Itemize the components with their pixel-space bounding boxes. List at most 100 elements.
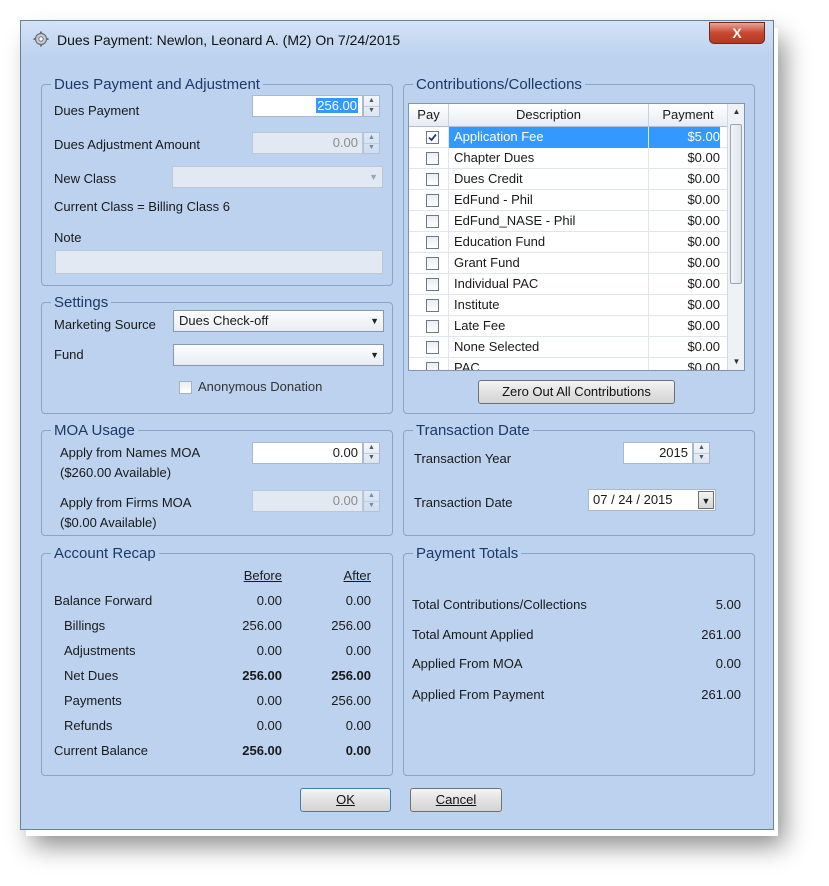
checkmark-icon — [428, 133, 437, 142]
row-description: Individual PAC — [449, 274, 649, 295]
pay-checkbox[interactable] — [426, 341, 439, 354]
row-payment: $0.00 — [687, 234, 720, 249]
firms-moa-label: Apply from Firms MOA — [60, 495, 192, 510]
zero-out-contributions-button[interactable]: Zero Out All Contributions — [478, 380, 675, 404]
table-row[interactable]: Late Fee $0.00 — [409, 316, 727, 337]
recap-before-value: 256.00 — [242, 668, 282, 683]
scroll-down-icon[interactable]: ▼ — [728, 354, 744, 370]
totals-row-value: 5.00 — [715, 597, 741, 612]
settings-legend: Settings — [54, 294, 109, 311]
totals-row-value: 261.00 — [701, 687, 741, 702]
transaction-date-legend: Transaction Date — [416, 422, 530, 439]
pay-checkbox[interactable] — [426, 194, 439, 207]
table-row[interactable]: Individual PAC $0.00 — [409, 274, 727, 295]
spin-down-icon[interactable]: ▼ — [364, 453, 379, 463]
pay-checkbox[interactable] — [426, 299, 439, 312]
spin-down-icon[interactable]: ▼ — [364, 501, 379, 511]
firms-moa-input[interactable]: 0.00 — [252, 490, 363, 512]
pay-checkbox[interactable] — [426, 215, 439, 228]
totals-row-label: Applied From MOA — [412, 656, 523, 671]
close-button[interactable]: X — [709, 22, 765, 44]
window-title: Dues Payment: Newlon, Leonard A. (M2) On… — [57, 32, 401, 48]
fund-label: Fund — [54, 347, 84, 362]
firms-moa-spinner[interactable]: ▲ ▼ — [363, 490, 380, 512]
table-row[interactable]: Dues Credit $0.00 — [409, 169, 727, 190]
pay-column-header[interactable]: Pay — [409, 104, 449, 126]
recap-before-value: 0.00 — [256, 718, 282, 733]
title-bar[interactable]: Dues Payment: Newlon, Leonard A. (M2) On… — [21, 21, 773, 57]
table-row[interactable]: Chapter Dues $0.00 — [409, 148, 727, 169]
spin-down-icon[interactable]: ▼ — [364, 106, 379, 116]
recap-after-value: 256.00 — [331, 618, 371, 633]
transaction-year-label: Transaction Year — [414, 451, 512, 466]
row-payment: $0.00 — [687, 192, 720, 207]
scrollbar-thumb[interactable] — [730, 124, 742, 284]
grid-scrollbar[interactable]: ▲ ▼ — [727, 104, 744, 370]
transaction-year-spinner[interactable]: ▲ ▼ — [693, 442, 710, 464]
current-class-text: Current Class = Billing Class 6 — [54, 199, 230, 214]
moa-usage-legend: MOA Usage — [54, 422, 135, 439]
table-row[interactable]: Grant Fund $0.00 — [409, 253, 727, 274]
table-row[interactable]: Application Fee $5.00 — [409, 127, 727, 148]
cancel-button[interactable]: Cancel — [410, 788, 502, 812]
scroll-up-icon[interactable]: ▲ — [728, 104, 744, 120]
table-row[interactable]: EdFund_NASE - Phil $0.00 — [409, 211, 727, 232]
anonymous-donation-label: Anonymous Donation — [198, 379, 323, 394]
row-description: Education Fund — [449, 232, 649, 253]
totals-row-label: Applied From Payment — [412, 687, 545, 702]
calendar-dropdown-icon[interactable]: ▼ — [698, 491, 714, 509]
new-class-select[interactable]: ▼ — [172, 166, 383, 188]
pay-checkbox[interactable] — [426, 131, 439, 144]
dues-payment-input[interactable]: 256.00 — [252, 95, 363, 117]
pay-checkbox[interactable] — [426, 320, 439, 333]
note-input[interactable] — [55, 250, 383, 274]
names-moa-input[interactable]: 0.00 — [252, 442, 363, 464]
anonymous-donation-checkbox[interactable] — [179, 381, 192, 394]
payment-column-header[interactable]: Payment — [649, 104, 727, 126]
table-row[interactable]: PAC $0.00 — [409, 358, 727, 370]
recap-after-value: 256.00 — [331, 693, 371, 708]
spin-down-icon[interactable]: ▼ — [364, 143, 379, 153]
spin-down-icon[interactable]: ▼ — [694, 453, 709, 463]
contributions-grid: Pay Description Payment Application Fee … — [408, 103, 745, 371]
pay-checkbox[interactable] — [426, 152, 439, 165]
gear-icon — [33, 31, 49, 47]
row-payment: $0.00 — [687, 339, 720, 354]
description-column-header[interactable]: Description — [449, 104, 649, 126]
dues-payment-spinner[interactable]: ▲ ▼ — [363, 95, 380, 117]
table-row[interactable]: Institute $0.00 — [409, 295, 727, 316]
names-moa-spinner[interactable]: ▲ ▼ — [363, 442, 380, 464]
row-payment: $0.00 — [687, 213, 720, 228]
totals-row-value: 0.00 — [715, 656, 741, 671]
pay-checkbox[interactable] — [426, 257, 439, 270]
fund-select[interactable]: ▼ — [173, 344, 384, 366]
table-row[interactable]: None Selected $0.00 — [409, 337, 727, 358]
row-payment: $0.00 — [687, 297, 720, 312]
transaction-date-picker[interactable]: 07 / 24 / 2015 ▼ — [588, 489, 716, 511]
recap-row-label: Current Balance — [54, 743, 148, 758]
close-icon: X — [732, 25, 742, 41]
table-row[interactable]: Education Fund $0.00 — [409, 232, 727, 253]
recap-after-value: 0.00 — [345, 593, 371, 608]
pay-checkbox[interactable] — [426, 173, 439, 186]
recap-row-label: Refunds — [64, 718, 113, 733]
recap-before-value: 256.00 — [242, 743, 282, 758]
pay-checkbox[interactable] — [426, 278, 439, 291]
ok-button[interactable]: OK — [300, 788, 391, 812]
row-description: PAC — [449, 358, 649, 370]
dues-adjustment-spinner[interactable]: ▲ ▼ — [363, 132, 380, 154]
recap-before-value: 0.00 — [256, 593, 282, 608]
chevron-down-icon: ▼ — [370, 316, 379, 326]
marketing-source-select[interactable]: Dues Check-off ▼ — [173, 310, 384, 332]
dues-adjustment-input[interactable]: 0.00 — [252, 132, 363, 154]
pay-checkbox[interactable] — [426, 236, 439, 249]
row-payment: $0.00 — [687, 276, 720, 291]
table-row[interactable]: EdFund - Phil $0.00 — [409, 190, 727, 211]
row-description: Dues Credit — [449, 169, 649, 190]
row-payment: $0.00 — [687, 255, 720, 270]
new-class-label: New Class — [54, 171, 117, 186]
row-payment: $5.00 — [649, 127, 720, 148]
pay-checkbox[interactable] — [426, 362, 439, 370]
transaction-year-input[interactable]: 2015 — [623, 442, 693, 464]
payment-totals-legend: Payment Totals — [416, 545, 519, 562]
